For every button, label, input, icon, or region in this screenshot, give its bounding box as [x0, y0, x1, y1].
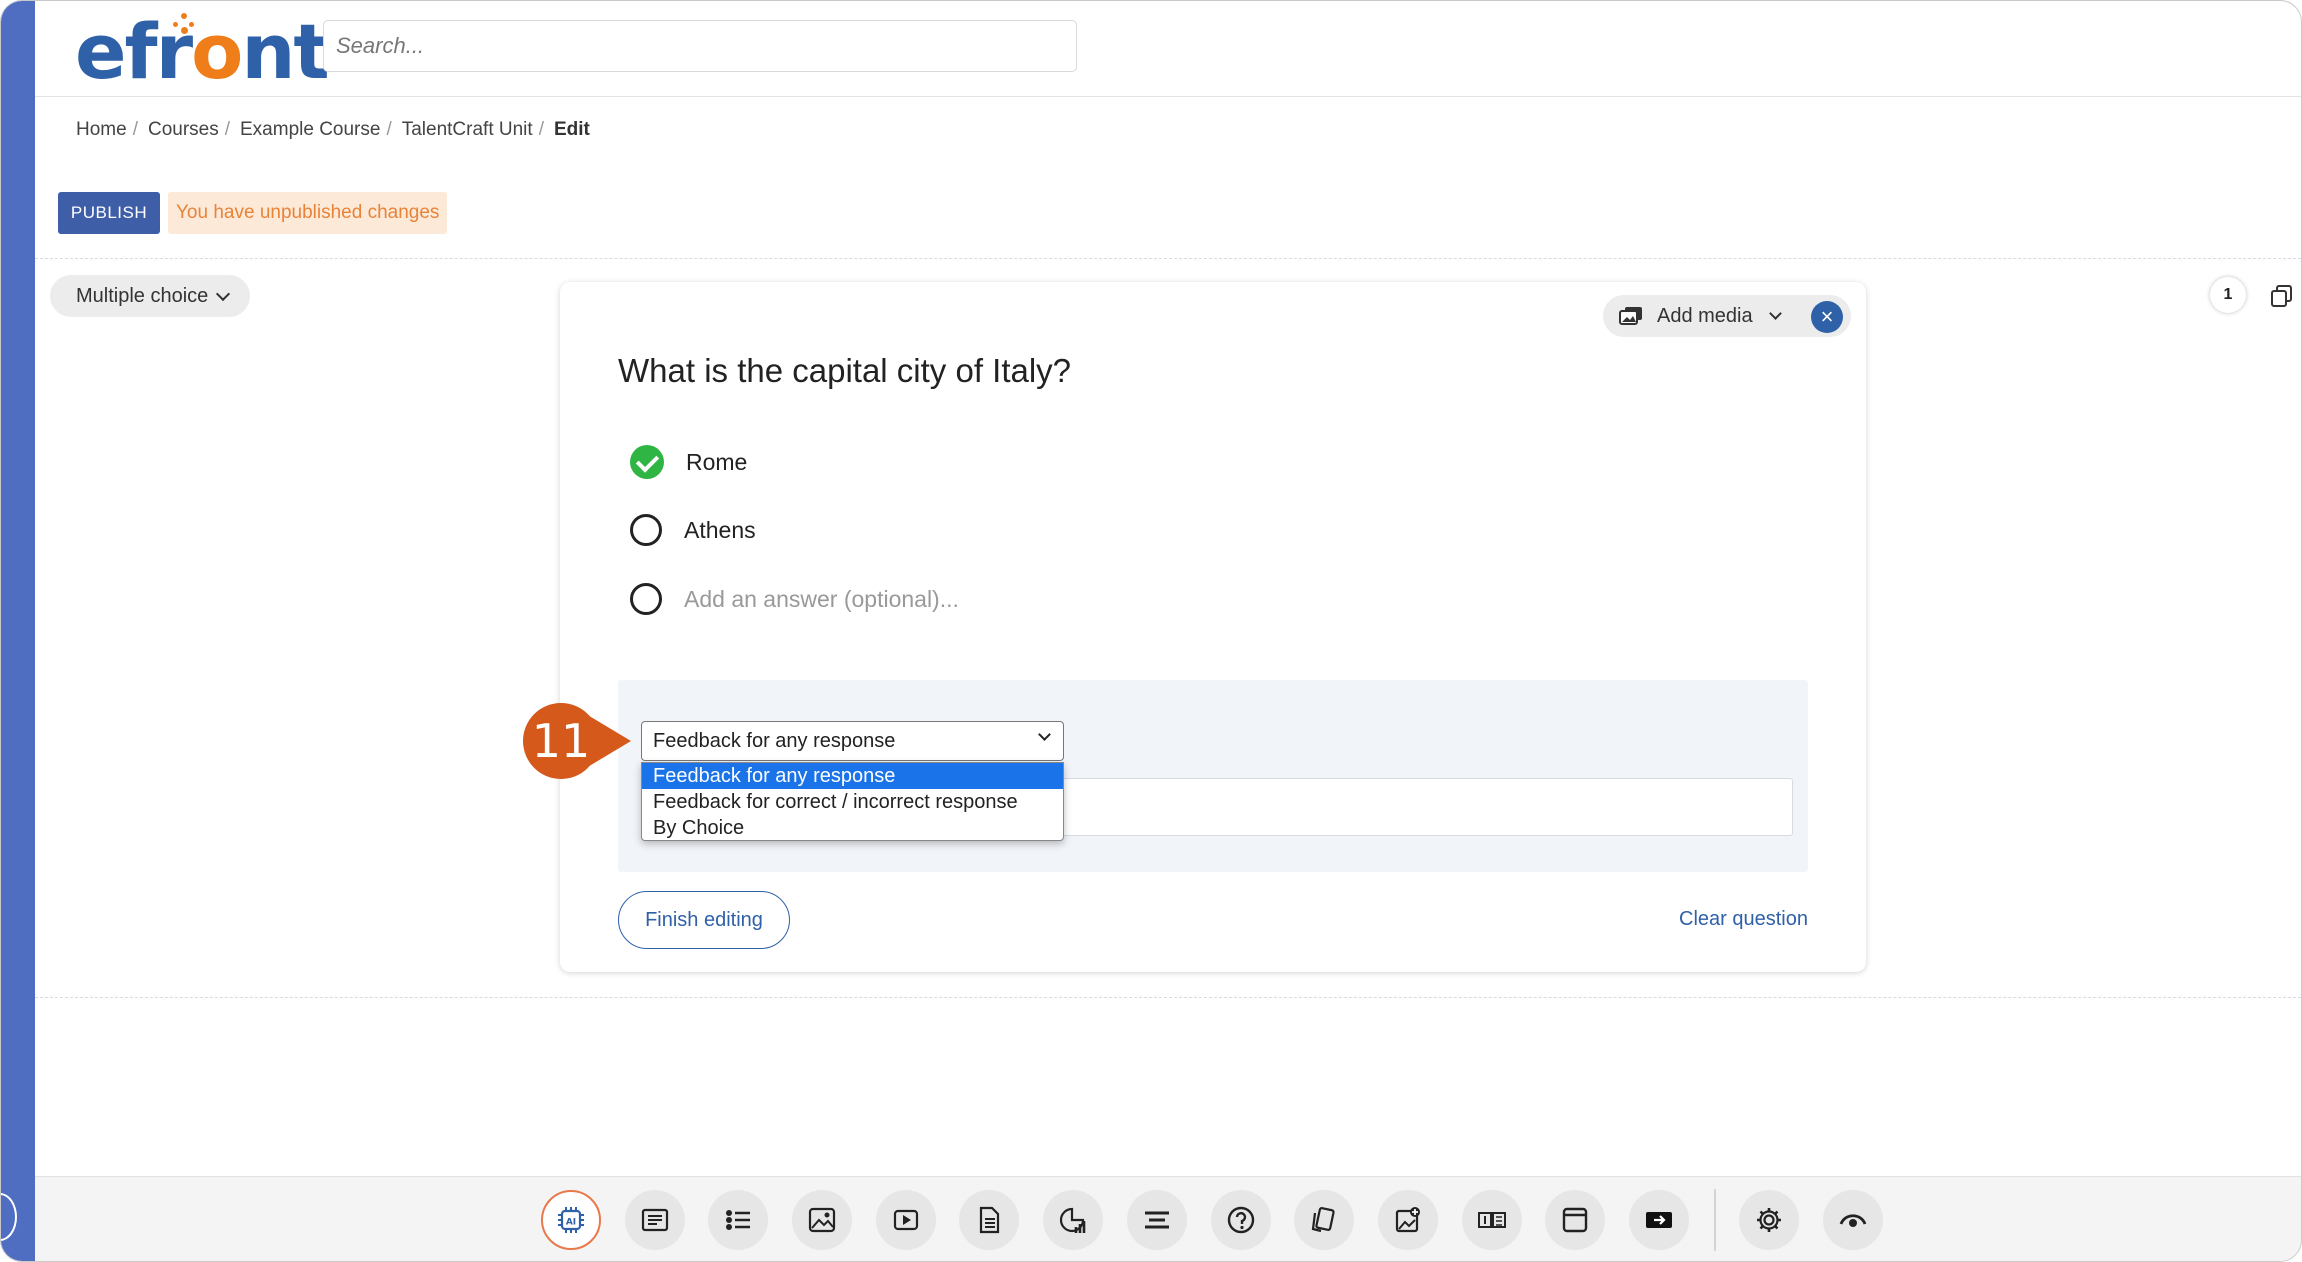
- text-icon[interactable]: [625, 1190, 685, 1250]
- ai-icon[interactable]: AI: [541, 1190, 601, 1250]
- breadcrumb: Home / Courses / Example Course / TalentCra…: [76, 119, 590, 141]
- gear-icon[interactable]: [1739, 1190, 1799, 1250]
- page-number-badge[interactable]: 1: [2210, 277, 2246, 313]
- radio-circle-icon[interactable]: [630, 514, 662, 546]
- close-icon[interactable]: ×: [1811, 301, 1843, 333]
- content-divider-top: [35, 258, 2301, 259]
- question-card: Add media × What is the capital city of …: [560, 282, 1866, 972]
- answer-option[interactable]: Rome: [630, 445, 747, 479]
- content-divider-bottom: [35, 997, 2301, 998]
- answer-text[interactable]: Athens: [684, 517, 756, 544]
- breadcrumb-home[interactable]: Home: [76, 119, 127, 141]
- correct-check-icon[interactable]: [630, 445, 664, 479]
- list-icon[interactable]: [708, 1190, 768, 1250]
- chevron-down-icon: [1768, 307, 1782, 320]
- feedback-text-field[interactable]: [1035, 778, 1793, 836]
- cards-icon[interactable]: [1294, 1190, 1354, 1250]
- option-by-choice[interactable]: By Choice: [642, 815, 1063, 841]
- publish-button[interactable]: PUBLISH: [58, 192, 160, 234]
- feedback-type-selected: Feedback for any response: [653, 730, 896, 752]
- image-gallery-icon[interactable]: [1378, 1190, 1438, 1250]
- embed-icon[interactable]: [1629, 1190, 1689, 1250]
- left-rail: [1, 1, 35, 1261]
- copy-icon[interactable]: [2271, 284, 2293, 308]
- radio-circle-icon[interactable]: [630, 583, 662, 615]
- option-any-response[interactable]: Feedback for any response: [642, 763, 1063, 789]
- question-text[interactable]: What is the capital city of Italy?: [618, 352, 1071, 390]
- question-type-dropdown[interactable]: Multiple choice: [50, 275, 251, 317]
- feedback-type-options: Feedback for any response Feedback for c…: [641, 762, 1064, 841]
- numbered-icon[interactable]: [1462, 1190, 1522, 1250]
- step-marker-number: 11: [531, 714, 591, 768]
- logo-dots-icon: [167, 13, 207, 35]
- app-window: efront Home/ Courses/ Example Course/ Ta…: [0, 0, 2302, 1262]
- rail-circle-icon[interactable]: [1, 1193, 17, 1241]
- unpublished-changes-badge: You have unpublished changes: [168, 192, 448, 234]
- chevron-down-icon: [216, 286, 231, 301]
- document-icon[interactable]: [959, 1190, 1019, 1250]
- add-answer-option[interactable]: Add an answer (optional)...: [630, 583, 959, 615]
- add-media-label: Add media: [1657, 304, 1753, 327]
- breadcrumb-courses[interactable]: Courses: [148, 119, 219, 141]
- add-answer-input[interactable]: Add an answer (optional)...: [684, 586, 959, 613]
- question-type-label: Multiple choice: [76, 285, 209, 307]
- breadcrumb-unit[interactable]: TalentCraft Unit: [402, 119, 533, 141]
- question-icon[interactable]: [1211, 1190, 1271, 1250]
- toolbar-divider: [1714, 1189, 1716, 1251]
- lines-icon[interactable]: [1127, 1190, 1187, 1250]
- feedback-type-select[interactable]: Feedback for any response: [641, 721, 1064, 761]
- chevron-down-icon: [1038, 728, 1051, 741]
- breadcrumb-example-course[interactable]: Example Course: [240, 119, 380, 141]
- chart-icon[interactable]: [1043, 1190, 1103, 1250]
- ai-label: AI: [566, 1218, 576, 1228]
- search-input[interactable]: [323, 20, 1077, 72]
- finish-editing-button[interactable]: Finish editing: [618, 891, 790, 949]
- eye-icon[interactable]: [1823, 1190, 1883, 1250]
- video-icon[interactable]: [876, 1190, 936, 1250]
- answer-text[interactable]: Rome: [686, 449, 747, 476]
- media-icon: [1619, 307, 1642, 325]
- top-header: efront: [35, 1, 2301, 97]
- window-icon[interactable]: [1545, 1190, 1605, 1250]
- clear-question-link[interactable]: Clear question: [1679, 908, 1808, 931]
- option-correct-incorrect[interactable]: Feedback for correct / incorrect respons…: [642, 789, 1063, 815]
- image-icon[interactable]: [792, 1190, 852, 1250]
- answer-option[interactable]: Athens: [630, 514, 756, 546]
- breadcrumb-current: Edit: [553, 119, 590, 140]
